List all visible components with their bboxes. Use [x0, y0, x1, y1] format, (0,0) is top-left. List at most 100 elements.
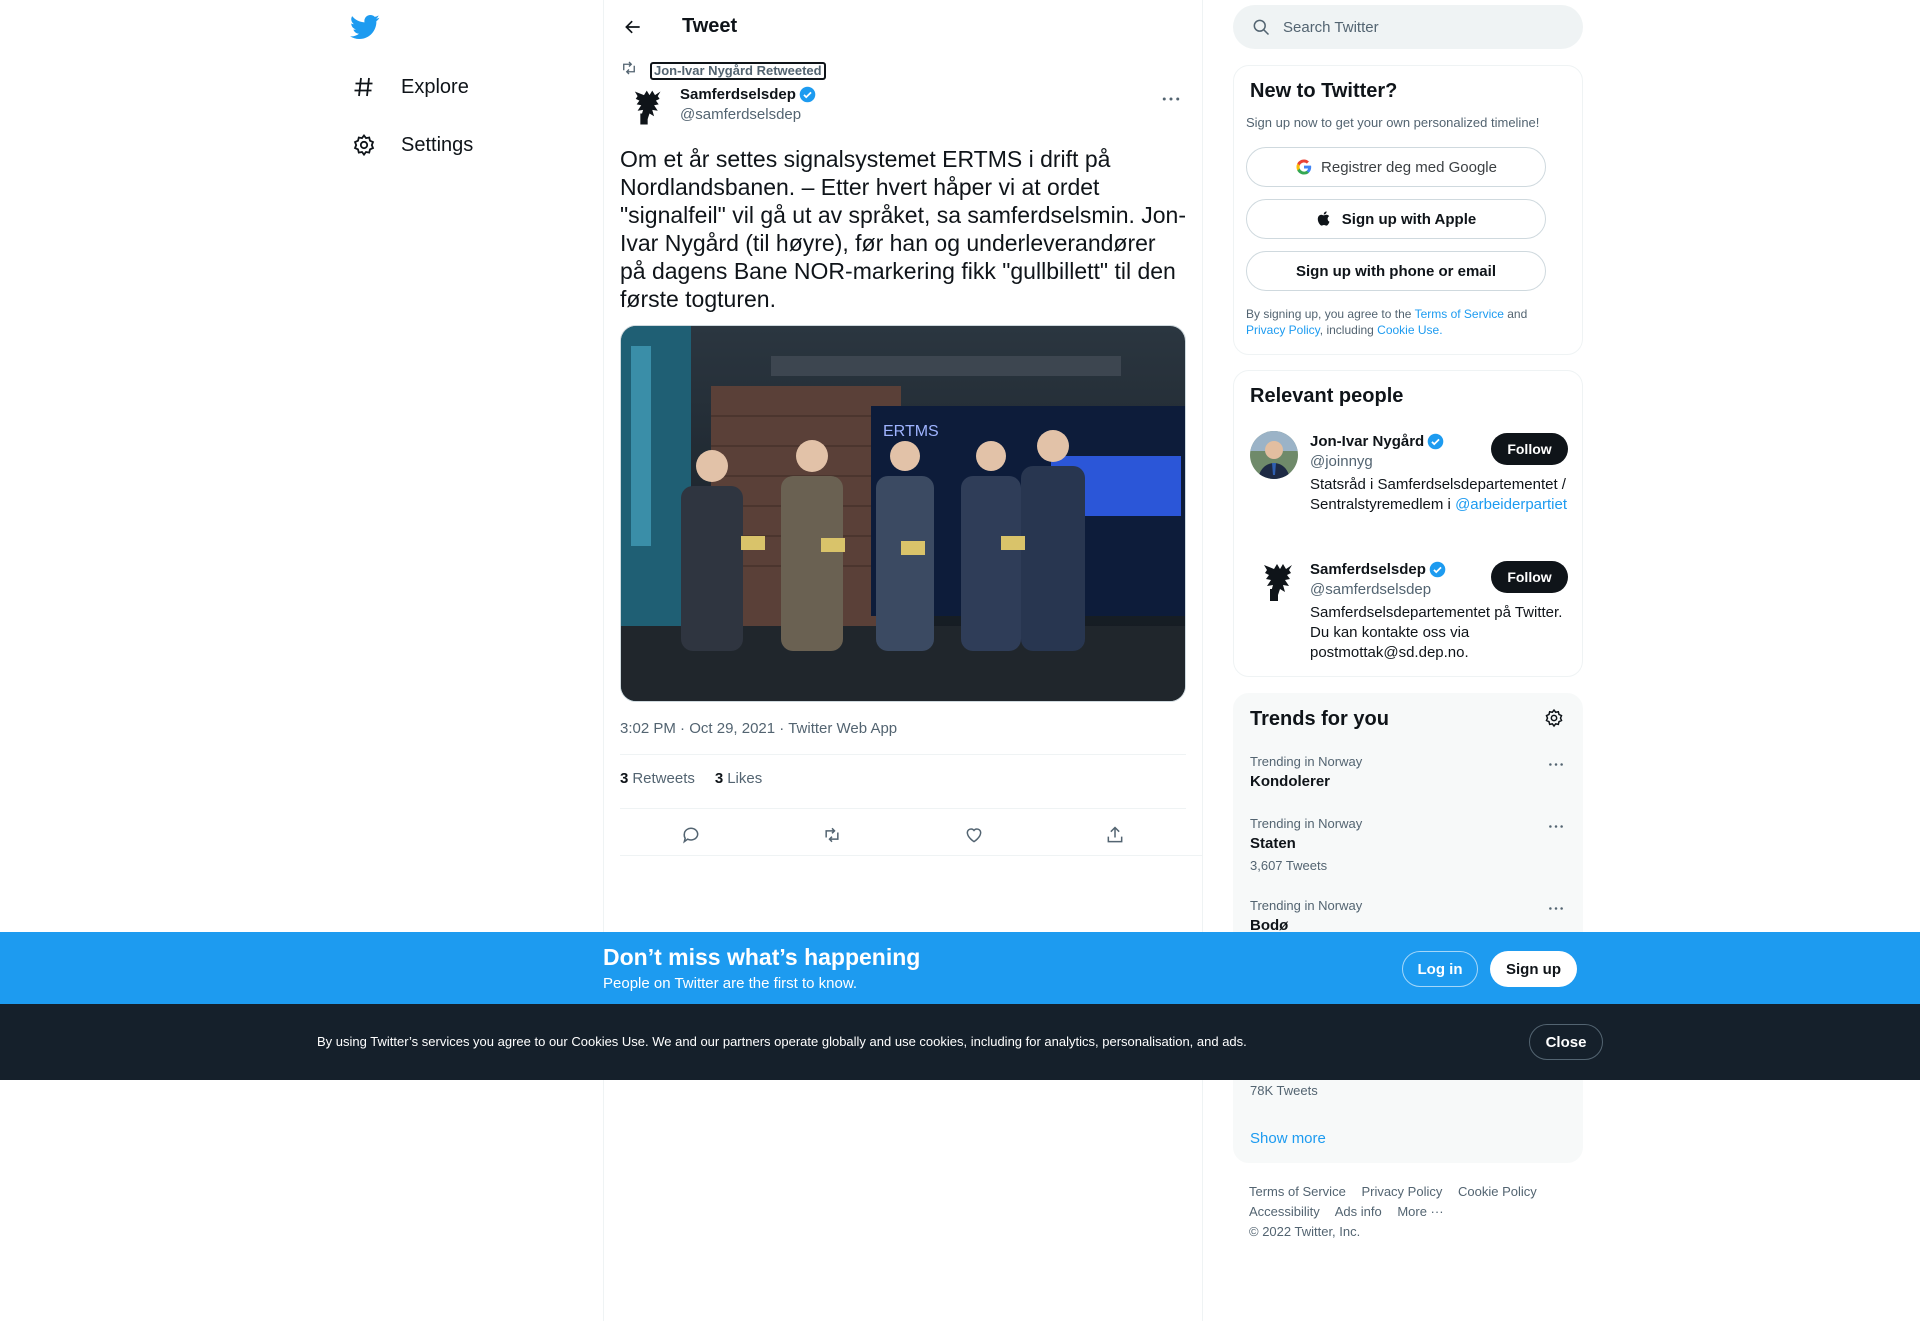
tweet-header: Tweet: [604, 0, 1202, 53]
more-options-icon[interactable]: [1544, 898, 1568, 918]
login-button[interactable]: Log in: [1402, 951, 1478, 987]
privacy-policy-link[interactable]: Privacy Policy: [1246, 323, 1320, 337]
phone-email-signup-label: Sign up with phone or email: [1295, 262, 1496, 280]
trends-title: Trends for you: [1250, 708, 1389, 730]
signup-terms: By signing up, you agree to the Terms of…: [1246, 306, 1566, 338]
person-item[interactable]: Jon-Ivar Nygård @joinnyg Follow Statsråd…: [1250, 431, 1568, 541]
google-signup-label: Registrer deg med Google: [1321, 158, 1497, 176]
back-arrow-icon[interactable]: [616, 10, 650, 44]
column-divider-right: [1202, 0, 1203, 1321]
nav-label-explore: Explore: [401, 75, 469, 98]
signup-button[interactable]: Sign up: [1490, 951, 1577, 987]
person-name[interactable]: Jon-Ivar Nygård: [1310, 433, 1444, 450]
google-signup-button[interactable]: Registrer deg med Google: [1246, 147, 1546, 187]
retweet-icon: [620, 59, 638, 82]
column-divider-left: [603, 0, 604, 1321]
divider: [620, 754, 1186, 755]
retweets-stat[interactable]: 3 Retweets: [620, 770, 695, 787]
retweets-label: Retweets: [632, 770, 695, 787]
person-name[interactable]: Samferdselsdep: [1310, 561, 1446, 578]
tweet-time[interactable]: 3:02 PM: [620, 720, 676, 737]
terms-of-service-link[interactable]: Terms of Service: [1415, 307, 1504, 321]
footer-link[interactable]: Ads info: [1335, 1204, 1382, 1219]
twitter-bird-icon[interactable]: [350, 12, 380, 42]
photo-group-on-stage: ERTMS: [621, 326, 1185, 701]
hashtag-icon: [350, 73, 378, 101]
share-icon[interactable]: [1098, 818, 1132, 852]
more-options-icon[interactable]: [1544, 754, 1568, 774]
footer-link[interactable]: Privacy Policy: [1361, 1184, 1442, 1199]
page-title: Tweet: [682, 15, 738, 37]
avatar[interactable]: [620, 84, 668, 132]
person-item[interactable]: Samferdselsdep @samferdselsdep Follow Sa…: [1250, 559, 1568, 669]
screen-ertms-text: ERTMS: [883, 423, 939, 440]
like-heart-icon[interactable]: [957, 818, 991, 852]
apple-signup-label: Sign up with Apple: [1341, 210, 1477, 228]
bio-mention-link[interactable]: @arbeiderpartiet: [1455, 496, 1567, 513]
avatar[interactable]: [1250, 559, 1298, 607]
terms-text: By signing up, you agree to the: [1246, 307, 1415, 321]
trend-item[interactable]: 78K Tweets: [1250, 1083, 1568, 1098]
cookie-consent-bar: By using Twitter’s services you agree to…: [0, 1004, 1920, 1080]
show-more-link[interactable]: Show more: [1250, 1130, 1326, 1147]
cookie-text: By using Twitter’s services you agree to…: [317, 1034, 1247, 1049]
banner-title: Don’t miss what’s happening: [603, 944, 921, 970]
trend-item[interactable]: Trending in Norway Kondolerer: [1250, 754, 1568, 790]
footer-links-row: Terms of Service Privacy Policy Cookie P…: [1249, 1182, 1579, 1202]
gear-icon: [350, 131, 378, 159]
avatar[interactable]: [1250, 431, 1298, 479]
footer-links-row: Accessibility Ads info More ···: [1249, 1202, 1579, 1222]
retweet-icon[interactable]: [815, 818, 849, 852]
reply-icon[interactable]: [674, 818, 708, 852]
tweet-date[interactable]: Oct 29, 2021: [689, 720, 775, 737]
relevant-people-card: Relevant people Jon-Ivar Nygård @joinnyg…: [1233, 370, 1583, 677]
search-input[interactable]: [1283, 18, 1543, 36]
trend-count: 3,607 Tweets: [1250, 858, 1328, 873]
tweet-column: Tweet Jon-Ivar Nygård Retweeted Samferds…: [604, 0, 1202, 856]
sidebar-footer: Terms of Service Privacy Policy Cookie P…: [1249, 1182, 1579, 1242]
trend-count: 78K Tweets: [1250, 1083, 1318, 1098]
person-name-text: Jon-Ivar Nygård: [1310, 433, 1425, 450]
gear-icon[interactable]: [1544, 708, 1566, 730]
author-handle[interactable]: @samferdselsdep: [680, 106, 801, 123]
footer-link[interactable]: Cookie Policy: [1458, 1184, 1537, 1199]
person-name-text: Samferdselsdep: [1310, 561, 1426, 578]
tweet-source[interactable]: Twitter Web App: [788, 720, 897, 737]
meta-separator: ·: [779, 720, 789, 737]
trend-context: Trending in Norway: [1250, 816, 1363, 831]
trend-context: Trending in Norway: [1250, 754, 1363, 769]
nav-item-settings[interactable]: Settings: [350, 120, 473, 170]
trend-item[interactable]: Trending in Norway Staten 3,607 Tweets: [1250, 816, 1568, 873]
tweet-text: Om et år settes signalsystemet ERTMS i d…: [620, 146, 1187, 312]
phone-email-signup-button[interactable]: Sign up with phone or email: [1246, 251, 1546, 291]
cookie-use-link[interactable]: Cookie Use.: [1377, 323, 1442, 337]
trend-item[interactable]: Trending in Norway Bodø: [1250, 898, 1568, 934]
meta-separator: ·: [680, 720, 690, 737]
footer-more-link[interactable]: More ···: [1397, 1204, 1443, 1219]
trend-name: Staten: [1250, 835, 1296, 852]
search-box[interactable]: [1233, 5, 1583, 49]
tweet-photo[interactable]: ERTMS: [620, 325, 1186, 702]
verified-badge-icon: [799, 86, 816, 103]
more-options-icon[interactable]: [1156, 88, 1186, 110]
verified-badge-icon: [1429, 561, 1446, 578]
trend-context: Trending in Norway: [1250, 898, 1363, 913]
copyright: © 2022 Twitter, Inc.: [1249, 1224, 1361, 1239]
follow-button[interactable]: Follow: [1491, 433, 1568, 465]
trend-name: Kondolerer: [1250, 773, 1331, 790]
more-options-icon[interactable]: [1544, 816, 1568, 836]
footer-link[interactable]: Terms of Service: [1249, 1184, 1346, 1199]
likes-stat[interactable]: 3 Likes: [715, 770, 762, 787]
apple-signup-button[interactable]: Sign up with Apple: [1246, 199, 1546, 239]
nav-item-explore[interactable]: Explore: [350, 62, 469, 112]
footer-link[interactable]: Accessibility: [1249, 1204, 1320, 1219]
author-name[interactable]: Samferdselsdep: [680, 86, 816, 103]
person-bio: Samferdselsdepartementet på Twitter. Du …: [1310, 604, 1563, 661]
close-button[interactable]: Close: [1529, 1024, 1603, 1060]
divider: [620, 855, 1202, 856]
tweet-timestamp: 3:02 PM · Oct 29, 2021 · Twitter Web App: [620, 720, 897, 737]
tweet-stats: 3 Retweets 3 Likes: [620, 770, 782, 787]
follow-button[interactable]: Follow: [1491, 561, 1568, 593]
retweeted-by-link[interactable]: Jon-Ivar Nygård Retweeted: [650, 61, 826, 80]
signup-title: New to Twitter?: [1250, 80, 1398, 102]
